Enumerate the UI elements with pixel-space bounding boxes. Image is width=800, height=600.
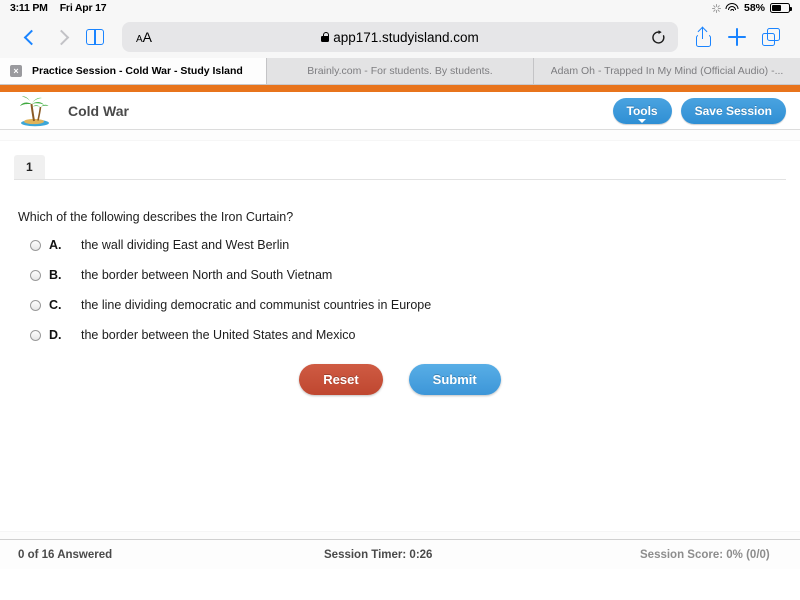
browser-tab-adam-oh[interactable]: Adam Oh - Trapped In My Mind (Official A… bbox=[534, 58, 800, 84]
radio-button-d[interactable] bbox=[30, 330, 41, 341]
status-right-group: 58% bbox=[711, 2, 792, 14]
brand-accent-bar bbox=[0, 85, 800, 92]
address-bar[interactable]: AA app171.studyisland.com bbox=[122, 22, 678, 52]
site-header: Cold War Tools Save Session bbox=[0, 92, 800, 130]
text-size-button[interactable]: AA bbox=[136, 29, 152, 45]
question-actions: Reset Submit bbox=[0, 364, 800, 395]
choice-text: the border between the United States and… bbox=[81, 328, 356, 342]
status-date: Fri Apr 17 bbox=[59, 2, 107, 14]
reload-button[interactable] bbox=[651, 29, 666, 45]
answer-choice-a[interactable]: A. the wall dividing East and West Berli… bbox=[30, 238, 800, 252]
share-button[interactable] bbox=[686, 20, 720, 54]
reset-button[interactable]: Reset bbox=[299, 364, 383, 395]
tab-overview-button[interactable] bbox=[754, 20, 788, 54]
choice-letter: A. bbox=[49, 238, 62, 252]
choice-letter: B. bbox=[49, 268, 62, 282]
close-icon[interactable]: × bbox=[10, 65, 22, 77]
battery-icon bbox=[770, 3, 792, 13]
browser-tab-title: Brainly.com - For students. By students. bbox=[307, 65, 493, 77]
safari-toolbar: AA app171.studyisland.com bbox=[0, 16, 800, 58]
browser-tab-strip: × Practice Session - Cold War - Study Is… bbox=[0, 58, 800, 85]
choice-letter: C. bbox=[49, 298, 62, 312]
choice-text: the wall dividing East and West Berlin bbox=[81, 238, 290, 252]
tools-button[interactable]: Tools bbox=[612, 97, 672, 124]
tools-label: Tools bbox=[626, 103, 658, 118]
browser-tab-title: Adam Oh - Trapped In My Mind (Official A… bbox=[550, 65, 784, 77]
book-icon bbox=[86, 29, 104, 45]
choice-text: the line dividing democratic and communi… bbox=[81, 298, 432, 312]
status-time: 3:11 PM bbox=[10, 2, 48, 14]
question-number-tab[interactable]: 1 bbox=[14, 155, 45, 179]
forward-button[interactable] bbox=[46, 20, 80, 54]
browser-tab-brainly[interactable]: Brainly.com - For students. By students. bbox=[267, 58, 534, 84]
url-text: app171.studyisland.com bbox=[333, 29, 479, 45]
back-button[interactable] bbox=[12, 20, 46, 54]
radio-button-c[interactable] bbox=[30, 300, 41, 311]
browser-tab-title: Practice Session - Cold War - Study Isla… bbox=[32, 65, 243, 77]
choice-letter: D. bbox=[49, 328, 62, 342]
bookmarks-button[interactable] bbox=[80, 20, 114, 54]
choice-text: the border between North and South Vietn… bbox=[81, 268, 333, 282]
url-display: app171.studyisland.com bbox=[321, 30, 479, 45]
ios-status-bar: 3:11 PM Fri Apr 17 58% bbox=[0, 0, 800, 16]
scrolled-row-artifact-bottom bbox=[0, 531, 800, 539]
question-number-tab-row: 1 bbox=[0, 141, 800, 179]
session-timer: Session Timer: 0:26 bbox=[324, 548, 433, 561]
battery-percent: 58% bbox=[743, 2, 765, 14]
answered-count: 0 of 16 Answered bbox=[18, 548, 113, 561]
question-prompt: Which of the following describes the Iro… bbox=[18, 210, 294, 224]
header-actions: Tools Save Session bbox=[612, 97, 786, 124]
chevron-down-icon bbox=[638, 118, 647, 123]
answer-choice-b[interactable]: B. the border between North and South Vi… bbox=[30, 268, 800, 282]
answer-choice-d[interactable]: D. the border between the United States … bbox=[30, 328, 800, 342]
save-session-button[interactable]: Save Session bbox=[680, 97, 786, 124]
activity-spinner-icon bbox=[711, 3, 721, 13]
question-content: 1 Which of the following describes the I… bbox=[0, 130, 800, 531]
submit-button[interactable]: Submit bbox=[408, 364, 501, 395]
page-title: Cold War bbox=[68, 102, 129, 119]
lock-icon bbox=[321, 32, 330, 42]
wifi-icon bbox=[725, 3, 739, 13]
answer-choices: A. the wall dividing East and West Berli… bbox=[0, 224, 800, 342]
session-status-bar: 0 of 16 Answered Session Timer: 0:26 Ses… bbox=[0, 539, 800, 569]
radio-button-b[interactable] bbox=[30, 270, 41, 281]
answer-choice-c[interactable]: C. the line dividing democratic and comm… bbox=[30, 298, 800, 312]
tabs-icon bbox=[762, 28, 780, 46]
chevron-left-icon bbox=[23, 29, 39, 45]
browser-tab-practice-session[interactable]: × Practice Session - Cold War - Study Is… bbox=[0, 58, 267, 84]
share-icon bbox=[695, 26, 711, 47]
study-island-palm-tree-logo bbox=[14, 95, 56, 127]
chevron-right-icon bbox=[53, 29, 69, 45]
new-tab-button[interactable] bbox=[720, 20, 754, 54]
plus-icon bbox=[728, 28, 746, 46]
radio-button-a[interactable] bbox=[30, 240, 41, 251]
session-score: Session Score: 0% (0/0) bbox=[640, 548, 770, 561]
scrolled-row-artifact bbox=[0, 130, 800, 141]
